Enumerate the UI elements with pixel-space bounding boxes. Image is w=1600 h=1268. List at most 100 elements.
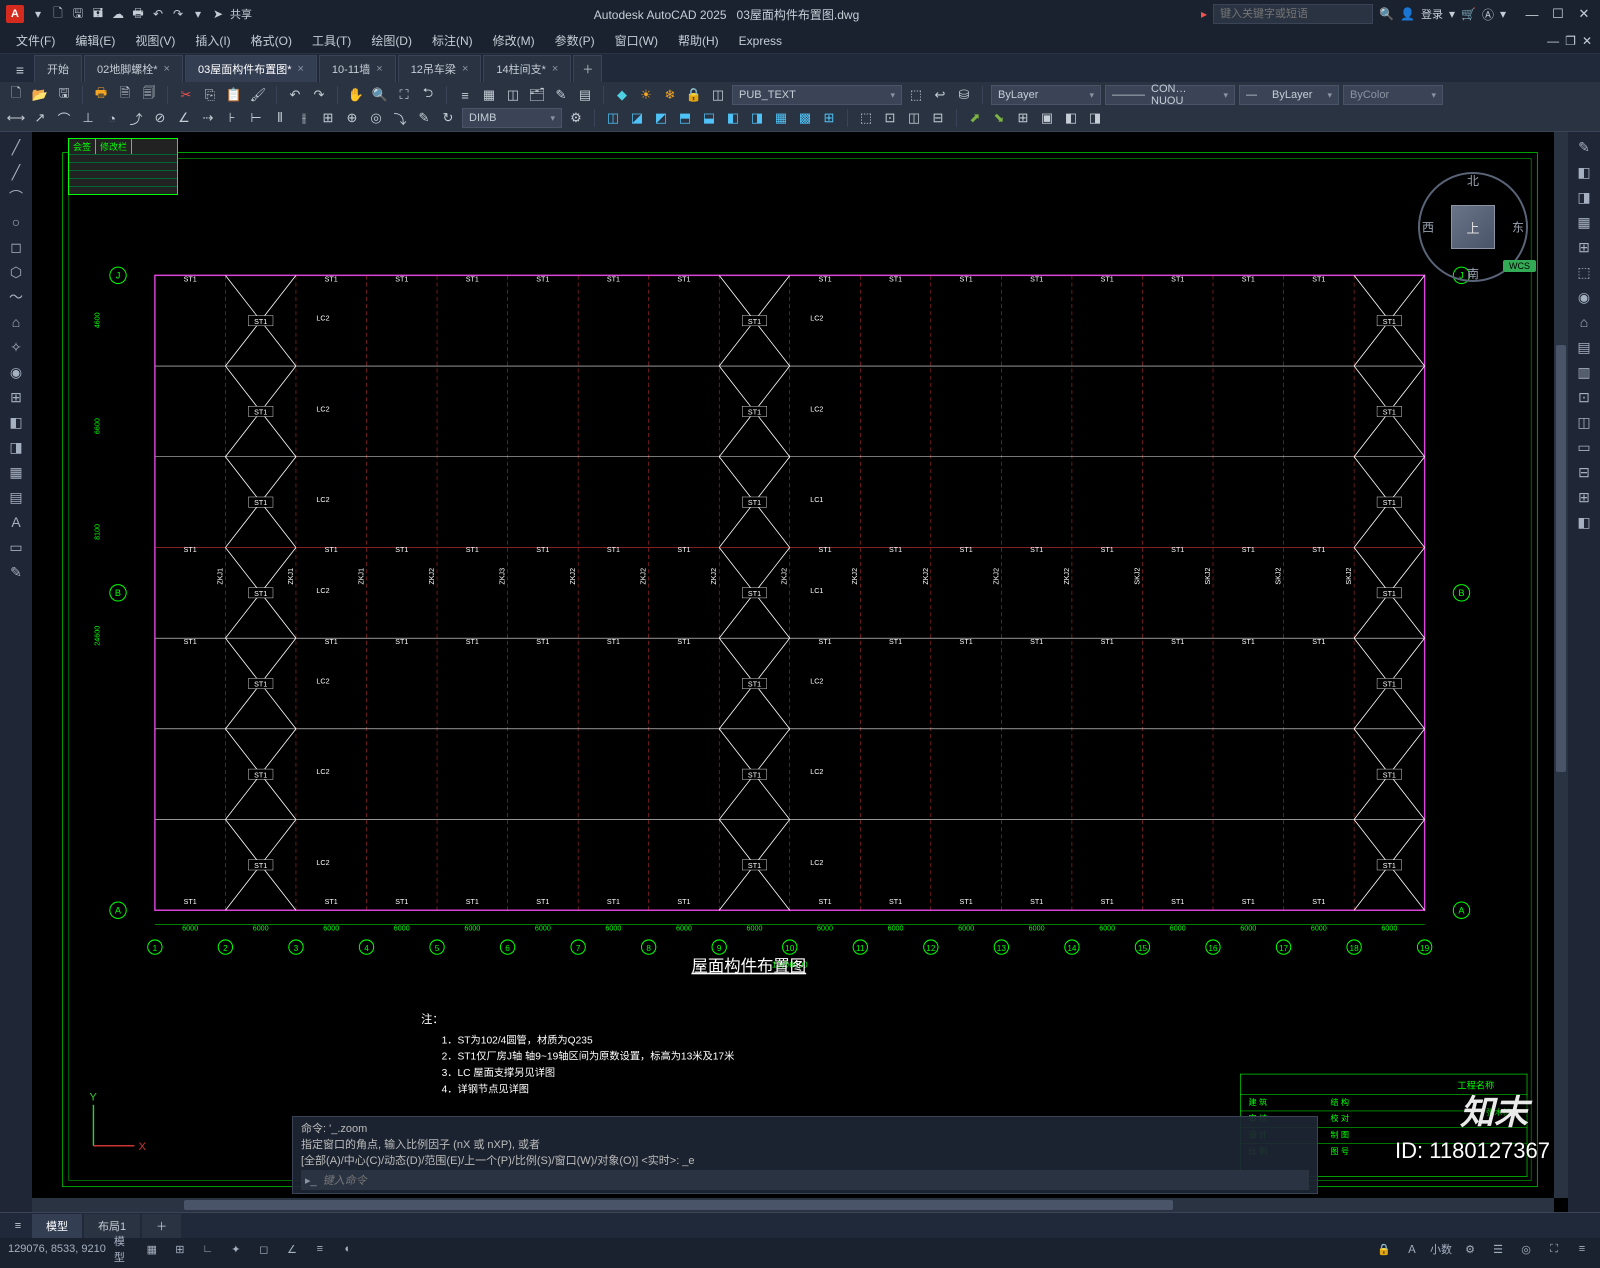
grid-toggle[interactable]: ▦ xyxy=(142,1240,162,1258)
ssm-icon[interactable]: 🗂 xyxy=(527,85,547,105)
left-tool-1[interactable]: ╱ xyxy=(4,161,28,183)
menu-t[interactable]: 工具(T) xyxy=(304,30,359,51)
right-tool-11[interactable]: ◫ xyxy=(1572,411,1596,433)
left-tool-16[interactable]: ▭ xyxy=(4,536,28,558)
menu-n[interactable]: 标注(N) xyxy=(424,30,481,51)
help-icon[interactable]: Ⓐ xyxy=(1482,6,1494,23)
left-tool-9[interactable]: ◉ xyxy=(4,361,28,383)
left-tool-6[interactable]: ～ xyxy=(4,286,28,308)
menu-e[interactable]: 编辑(E) xyxy=(67,30,123,51)
update-icon[interactable]: ↻ xyxy=(438,108,458,128)
transparency-toggle[interactable]: ◐ xyxy=(338,1240,358,1258)
r18-icon[interactable]: ▣ xyxy=(1037,108,1057,128)
linetype-dropdown[interactable]: ——— CON…NUOU▾ xyxy=(1105,85,1235,105)
horizontal-scrollbar[interactable] xyxy=(32,1198,1554,1212)
menu-m[interactable]: 修改(M) xyxy=(485,30,543,51)
pan-icon[interactable]: ✋ xyxy=(346,85,366,105)
r16-icon[interactable]: ⬊ xyxy=(989,108,1009,128)
isolate-icon[interactable]: ☰ xyxy=(1488,1240,1508,1258)
tab-add[interactable]: ＋ xyxy=(573,55,602,82)
dim-break-icon[interactable]: ⫲ xyxy=(294,108,314,128)
polar-toggle[interactable]: ✦ xyxy=(226,1240,246,1258)
right-tool-1[interactable]: ◧ xyxy=(1572,161,1596,183)
tab-close-icon[interactable]: × xyxy=(552,63,558,75)
left-tool-5[interactable]: ⬡ xyxy=(4,261,28,283)
search-go-icon[interactable]: 🔍 xyxy=(1379,7,1394,21)
file-tab[interactable]: 02地脚螺栓*× xyxy=(84,55,183,82)
doc-restore-button[interactable]: ❐ xyxy=(1565,34,1576,48)
layer-manager-icon[interactable]: ◆ xyxy=(612,85,632,105)
wcs-badge[interactable]: WCS xyxy=(1503,260,1536,272)
edit-icon[interactable]: ✎ xyxy=(414,108,434,128)
left-tool-13[interactable]: ▦ xyxy=(4,461,28,483)
tp-icon[interactable]: ◫ xyxy=(503,85,523,105)
right-tool-6[interactable]: ◉ xyxy=(1572,286,1596,308)
dim-radius-icon[interactable]: ◔ xyxy=(102,108,122,128)
close-button[interactable]: ✕ xyxy=(1574,4,1594,24)
qat-open-icon[interactable]: 🗋 xyxy=(50,6,66,22)
dim-base-icon[interactable]: ⊦ xyxy=(222,108,242,128)
tab-close-icon[interactable]: × xyxy=(376,63,382,75)
clean-icon[interactable]: ⛶ xyxy=(1544,1240,1564,1258)
qat-undo-icon[interactable]: ↶ xyxy=(150,6,166,22)
left-tool-12[interactable]: ◨ xyxy=(4,436,28,458)
left-tool-4[interactable]: ◻ xyxy=(4,236,28,258)
menu-express[interactable]: Express xyxy=(731,32,790,50)
layer-color-icon[interactable]: ◫ xyxy=(708,85,728,105)
r20-icon[interactable]: ◨ xyxy=(1085,108,1105,128)
dim-dia-icon[interactable]: ⊘ xyxy=(150,108,170,128)
right-tool-4[interactable]: ⊞ xyxy=(1572,236,1596,258)
new-icon[interactable]: 🗋 xyxy=(6,85,26,105)
props-icon[interactable]: ≡ xyxy=(455,85,475,105)
r15-icon[interactable]: ⬈ xyxy=(965,108,985,128)
right-tool-8[interactable]: ▤ xyxy=(1572,336,1596,358)
undo-icon[interactable]: ↶ xyxy=(285,85,305,105)
redo-icon[interactable]: ↷ xyxy=(309,85,329,105)
layer-iso-icon[interactable]: ⬚ xyxy=(906,85,926,105)
doc-close-button[interactable]: ✕ xyxy=(1582,34,1592,48)
share-label[interactable]: 共享 xyxy=(230,6,252,22)
preview-icon[interactable]: 🗎 xyxy=(115,85,135,105)
viewcube-face[interactable]: 上 xyxy=(1451,205,1495,249)
menu-f[interactable]: 文件(F) xyxy=(8,30,63,51)
hardware-icon[interactable]: ◎ xyxy=(1516,1240,1536,1258)
r14-icon[interactable]: ⊟ xyxy=(928,108,948,128)
doc-minimize-button[interactable]: — xyxy=(1547,34,1559,48)
r6-icon[interactable]: ◧ xyxy=(723,108,743,128)
qat-redo-icon[interactable]: ↷ xyxy=(170,6,186,22)
qat-more-icon[interactable]: ▾ xyxy=(190,6,206,22)
right-tool-2[interactable]: ◨ xyxy=(1572,186,1596,208)
dim-ang-icon[interactable]: ∠ xyxy=(174,108,194,128)
r8-icon[interactable]: ▦ xyxy=(771,108,791,128)
jogline-icon[interactable]: ⤵ xyxy=(390,108,410,128)
left-tool-11[interactable]: ◧ xyxy=(4,411,28,433)
dim-space-icon[interactable]: ⫴ xyxy=(270,108,290,128)
left-tool-3[interactable]: ○ xyxy=(4,211,28,233)
layer-bylayer-dropdown[interactable]: ByLayer▾ xyxy=(991,85,1101,105)
compass-south[interactable]: 南 xyxy=(1467,265,1479,282)
cut-icon[interactable]: ✂ xyxy=(176,85,196,105)
login-label[interactable]: 登录 xyxy=(1421,6,1443,22)
center-icon[interactable]: ⊕ xyxy=(342,108,362,128)
left-tool-15[interactable]: A xyxy=(4,511,28,533)
right-tool-5[interactable]: ⬚ xyxy=(1572,261,1596,283)
left-tool-14[interactable]: ▤ xyxy=(4,486,28,508)
osnap-toggle[interactable]: ◻ xyxy=(254,1240,274,1258)
file-tab[interactable]: 14柱间支*× xyxy=(483,55,571,82)
vertical-scrollbar[interactable] xyxy=(1554,132,1568,1198)
menu-h[interactable]: 帮助(H) xyxy=(670,30,727,51)
workspace-switch-icon[interactable]: ⚙ xyxy=(1460,1240,1480,1258)
dimstyle-dropdown[interactable]: DIMB▾ xyxy=(462,108,562,128)
qat-plot-icon[interactable]: 🖶 xyxy=(130,6,146,22)
r13-icon[interactable]: ◫ xyxy=(904,108,924,128)
menu-o[interactable]: 格式(O) xyxy=(243,30,300,51)
right-tool-3[interactable]: ▦ xyxy=(1572,211,1596,233)
dim-jog-icon[interactable]: ⤴ xyxy=(126,108,146,128)
paste-icon[interactable]: 📋 xyxy=(224,85,244,105)
right-tool-15[interactable]: ◧ xyxy=(1572,511,1596,533)
share-icon[interactable]: ➤ xyxy=(210,6,226,22)
layout-menu-icon[interactable]: ≡ xyxy=(6,1220,30,1232)
menu-v[interactable]: 视图(V) xyxy=(127,30,183,51)
r10-icon[interactable]: ⊞ xyxy=(819,108,839,128)
layer-freeze-icon[interactable]: ❄ xyxy=(660,85,680,105)
